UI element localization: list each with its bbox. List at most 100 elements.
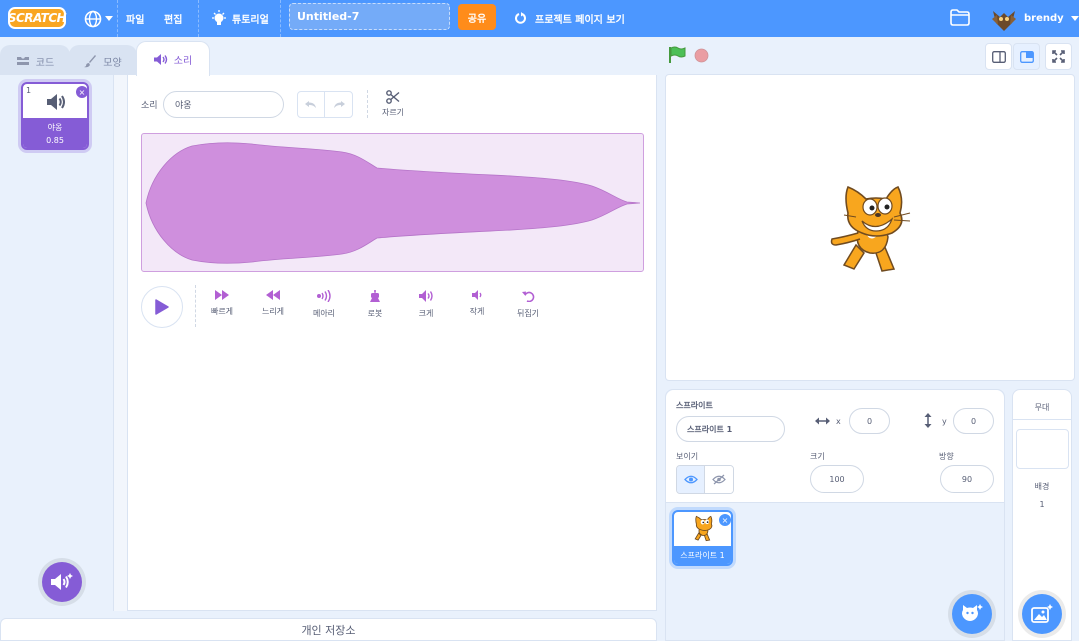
- cat-sprite-image[interactable]: [826, 183, 916, 275]
- trim-label: 자르기: [381, 108, 405, 117]
- direction-label: 방향: [939, 452, 954, 461]
- show-sprite-button[interactable]: [677, 466, 706, 493]
- redo-icon: [333, 100, 345, 109]
- waveform-display[interactable]: [141, 133, 644, 272]
- speaker-icon: [153, 53, 168, 65]
- visibility-toggle: [676, 465, 734, 494]
- y-input[interactable]: 0: [953, 408, 994, 434]
- fullscreen-icon: [1052, 50, 1065, 63]
- effect-louder-label: 크게: [418, 309, 434, 318]
- menu-divider: [280, 0, 281, 37]
- hide-sprite-button[interactable]: [705, 466, 733, 493]
- eye-slash-icon: [712, 474, 726, 485]
- language-menu[interactable]: [84, 0, 113, 37]
- sprite-tile[interactable]: × 스프라이트 1: [672, 510, 733, 566]
- effect-robot-button[interactable]: 로봇: [353, 290, 397, 326]
- small-stage-button[interactable]: [985, 43, 1012, 70]
- y-position-icon: [923, 413, 933, 428]
- tab-costumes[interactable]: 모양: [69, 45, 137, 76]
- scratch-logo[interactable]: SCRATCH: [8, 7, 67, 29]
- backdrops-count: 1: [1039, 500, 1045, 509]
- stop-button[interactable]: [694, 48, 709, 63]
- small-stage-icon: [991, 50, 1006, 63]
- effect-reverse-label: 뒤집기: [516, 309, 540, 318]
- echo-icon: [317, 290, 331, 302]
- undo-button[interactable]: [298, 92, 326, 117]
- effect-slower-label: 느리게: [261, 307, 285, 316]
- effect-slower-button[interactable]: 느리게: [251, 290, 295, 326]
- effect-louder-button[interactable]: 크게: [404, 290, 448, 326]
- stop-icon: [694, 48, 709, 63]
- tutorials-label: 튜토리얼: [232, 15, 269, 26]
- choose-sound-button[interactable]: [42, 562, 82, 602]
- edit-menu[interactable]: 편집: [164, 0, 182, 37]
- delete-sound-button[interactable]: ×: [76, 86, 87, 98]
- file-menu[interactable]: 파일: [126, 0, 144, 37]
- share-button[interactable]: 공유: [458, 4, 496, 30]
- stage-divider: [1012, 419, 1072, 420]
- lightbulb-icon: [211, 9, 227, 28]
- direction-input[interactable]: 90: [940, 465, 994, 493]
- effect-faster-button[interactable]: 빠르게: [200, 290, 244, 326]
- speaker-icon: [47, 94, 67, 110]
- choose-sprite-button[interactable]: [952, 594, 992, 634]
- tab-code-label: 코드: [35, 57, 55, 69]
- project-title-input[interactable]: Untitled-7: [289, 3, 450, 30]
- tutorials-menu[interactable]: 튜토리얼: [211, 0, 269, 37]
- effect-echo-button[interactable]: 메아리: [302, 290, 346, 326]
- effect-faster-label: 빠르게: [210, 307, 234, 316]
- sound-name-input[interactable]: 야옹: [163, 91, 284, 118]
- tab-code[interactable]: 코드: [0, 45, 70, 76]
- backdrop-thumbnail[interactable]: [1016, 429, 1069, 469]
- effect-echo-label: 메아리: [312, 309, 336, 318]
- sprite-name-input[interactable]: 스프라이트 1: [676, 416, 785, 442]
- globe-icon: [84, 10, 102, 28]
- eye-icon: [683, 475, 698, 484]
- see-project-page-label: 프로젝트 페이지 보기: [535, 15, 625, 26]
- sound-tile-name: 야옹: [47, 123, 63, 132]
- sound-list: [0, 75, 114, 611]
- scissors-icon: [386, 90, 400, 104]
- louder-icon: [418, 290, 434, 302]
- effect-softer-button[interactable]: 작게: [455, 290, 499, 326]
- effect-reverse-button[interactable]: 뒤집기: [506, 290, 550, 326]
- backdrops-label: 배경: [1034, 482, 1050, 491]
- stage-canvas[interactable]: [665, 74, 1075, 381]
- my-stuff-folder-icon[interactable]: [950, 9, 970, 26]
- redo-button[interactable]: [325, 92, 352, 117]
- backpack-header[interactable]: 개인 저장소: [0, 618, 657, 641]
- play-button[interactable]: [141, 286, 183, 328]
- menu-bar: SCRATCH 파일 편집 튜토리얼 Untitled-7 공유 프로젝트 페이…: [0, 0, 1079, 37]
- sound-tile-info: 야옹 0.85: [23, 118, 87, 148]
- undo-redo-group: [297, 91, 353, 118]
- fullscreen-button[interactable]: [1045, 43, 1072, 70]
- see-project-page-button[interactable]: 프로젝트 페이지 보기: [514, 0, 625, 37]
- x-input[interactable]: 0: [849, 408, 890, 434]
- tab-sounds[interactable]: 소리: [136, 41, 210, 76]
- sound-list-scrollbar[interactable]: [114, 75, 128, 611]
- trim-button[interactable]: 자르기: [378, 90, 408, 118]
- avatar: [990, 4, 1018, 33]
- normal-stage-button[interactable]: [1013, 43, 1040, 70]
- tab-sounds-label: 소리: [173, 55, 193, 67]
- waveform: [145, 142, 641, 264]
- green-flag-button[interactable]: [668, 46, 686, 64]
- stage-title: 무대: [1034, 403, 1050, 412]
- menu-divider: [117, 0, 118, 37]
- x-label: x: [836, 417, 841, 426]
- tab-costumes-label: 모양: [103, 57, 122, 69]
- size-input[interactable]: 100: [810, 465, 864, 493]
- toolbar-divider: [367, 90, 368, 118]
- sound-tile[interactable]: 1 × 야옹 0.85: [21, 82, 89, 150]
- reverse-icon: [521, 290, 535, 302]
- delete-sprite-button[interactable]: ×: [719, 514, 731, 526]
- choose-backdrop-button[interactable]: [1022, 594, 1062, 634]
- softer-icon: [471, 290, 483, 300]
- effect-softer-label: 작게: [469, 307, 485, 316]
- sound-name-label: 소리: [141, 101, 158, 111]
- sprite-tile-name: 스프라이트 1: [674, 546, 731, 564]
- account-menu[interactable]: brendy: [990, 0, 1079, 37]
- undo-icon: [305, 100, 317, 109]
- y-label: y: [942, 417, 947, 426]
- username: brendy: [1024, 13, 1064, 24]
